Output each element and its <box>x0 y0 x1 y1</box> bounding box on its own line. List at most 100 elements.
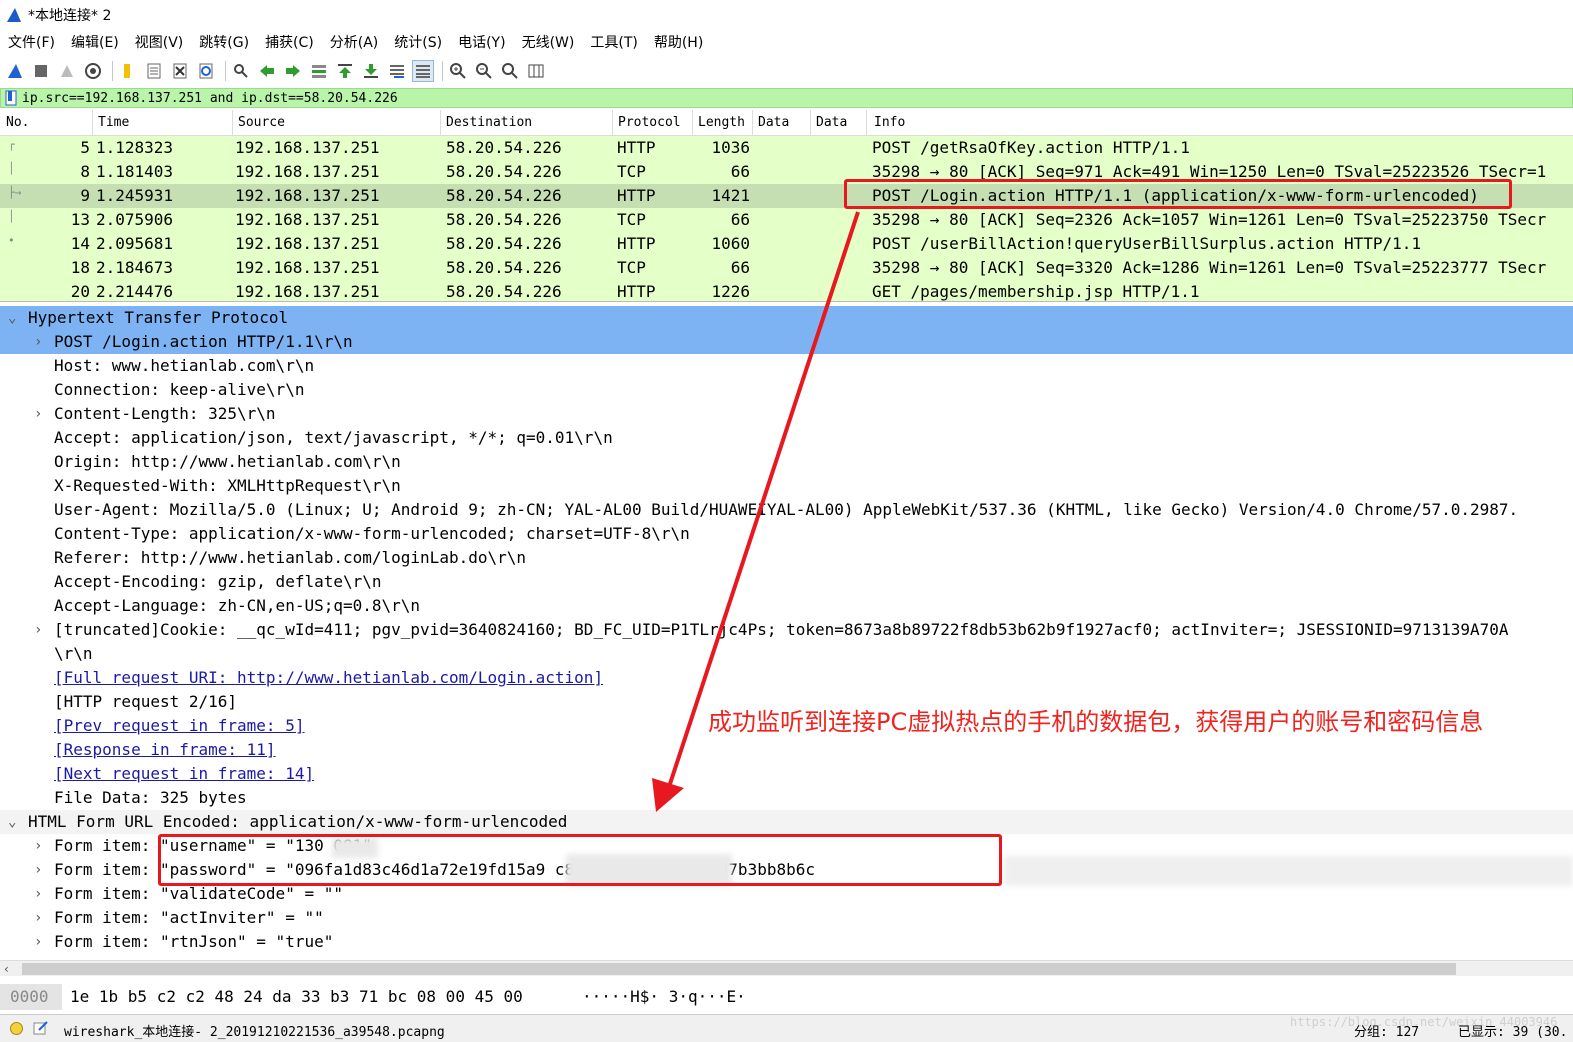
expand-chevron-icon[interactable]: › <box>34 330 42 354</box>
tree-node[interactable]: Origin: http://www.hetianlab.com\r\n <box>0 450 1573 474</box>
zoom-out-icon[interactable] <box>473 60 495 82</box>
column-header-data[interactable]: Data <box>758 115 789 130</box>
restart-icon[interactable] <box>56 60 78 82</box>
detail-line: Content-Type: application/x-www-form-url… <box>54 524 690 543</box>
packet-time: 2.095681 <box>96 234 174 253</box>
tree-node[interactable]: X-Requested-With: XMLHttpRequest\r\n <box>0 474 1573 498</box>
menu-capture[interactable]: 捕获(C) <box>257 30 322 56</box>
open-folder-icon[interactable] <box>117 60 139 82</box>
column-divider[interactable] <box>92 110 93 136</box>
tree-node[interactable]: Content-Type: application/x-www-form-url… <box>0 522 1573 546</box>
column-divider[interactable] <box>692 110 693 136</box>
menu-tools[interactable]: 工具(T) <box>582 30 645 56</box>
expand-chevron-icon[interactable]: › <box>34 618 42 642</box>
menu-view[interactable]: 视图(V) <box>127 30 192 56</box>
tree-node-http[interactable]: ⌄ Hypertext Transfer Protocol <box>0 306 1573 330</box>
tree-node[interactable]: Accept-Encoding: gzip, deflate\r\n <box>0 570 1573 594</box>
column-header-destination[interactable]: Destination <box>446 115 532 130</box>
column-header-time[interactable]: Time <box>98 115 129 130</box>
expand-chevron-icon[interactable]: › <box>34 402 42 426</box>
column-header-info[interactable]: Info <box>874 115 905 130</box>
column-divider[interactable] <box>810 110 811 136</box>
options-gear-icon[interactable] <box>82 60 104 82</box>
horizontal-scrollbar[interactable]: ‹ <box>0 960 1573 976</box>
display-filter-input[interactable] <box>22 89 1522 107</box>
column-divider[interactable] <box>440 110 441 136</box>
tree-node[interactable]: Connection: keep-alive\r\n <box>0 378 1573 402</box>
response-frame-link[interactable]: [Response in frame: 11] <box>54 740 276 759</box>
expand-chevron-icon[interactable]: › <box>34 882 42 906</box>
tree-node[interactable]: Accept-Language: zh-CN,en-US;q=0.8\r\n <box>0 594 1573 618</box>
bytes-ascii[interactable]: ·····H$· 3·q···E· <box>582 984 746 1010</box>
go-to-packet-icon[interactable] <box>308 60 330 82</box>
expert-info-icon[interactable] <box>10 1022 23 1035</box>
menu-help[interactable]: 帮助(H) <box>646 30 711 56</box>
tree-node[interactable]: File Data: 325 bytes <box>0 786 1573 810</box>
menu-go[interactable]: 跳转(G) <box>191 30 257 56</box>
resize-columns-icon[interactable] <box>525 60 547 82</box>
capture-comment-icon[interactable] <box>33 1020 49 1036</box>
tree-node-request-line[interactable]: › POST /Login.action HTTP/1.1\r\n <box>0 330 1573 354</box>
column-divider[interactable] <box>612 110 613 136</box>
tree-node[interactable]: › [truncated]Cookie: __qc_wId=411; pgv_p… <box>0 618 1573 642</box>
column-divider[interactable] <box>752 110 753 136</box>
menu-file[interactable]: 文件(F) <box>0 30 63 56</box>
tree-node[interactable]: Host: www.hetianlab.com\r\n <box>0 354 1573 378</box>
last-packet-icon[interactable] <box>360 60 382 82</box>
find-icon[interactable] <box>230 60 252 82</box>
auto-scroll-icon[interactable] <box>386 60 408 82</box>
collapse-chevron-icon[interactable]: ⌄ <box>8 810 16 834</box>
next-request-link[interactable]: [Next request in frame: 14] <box>54 764 314 783</box>
tree-node[interactable]: [Next request in frame: 14] <box>0 762 1573 786</box>
expand-chevron-icon[interactable]: › <box>34 858 42 882</box>
tree-node[interactable]: Referer: http://www.hetianlab.com/loginL… <box>0 546 1573 570</box>
colorize-icon[interactable] <box>412 60 434 82</box>
bytes-hex[interactable]: 1e 1b b5 c2 c2 48 24 da 33 b3 71 bc 08 0… <box>70 984 523 1010</box>
tree-node[interactable]: [Full request URI: http://www.hetianlab.… <box>0 666 1573 690</box>
menu-edit[interactable]: 编辑(E) <box>63 30 127 56</box>
bookmark-icon[interactable] <box>4 90 18 106</box>
close-file-icon[interactable] <box>169 60 191 82</box>
save-file-icon[interactable] <box>143 60 165 82</box>
packet-row[interactable]: ┌ 5 1.128323 192.168.137.251 58.20.54.22… <box>0 136 1573 160</box>
collapse-chevron-icon[interactable]: ⌄ <box>8 306 16 330</box>
tree-node[interactable]: Accept: application/json, text/javascrip… <box>0 426 1573 450</box>
scroll-left-icon[interactable]: ‹ <box>4 961 9 977</box>
packet-row[interactable]: │ 13 2.075906 192.168.137.251 58.20.54.2… <box>0 208 1573 232</box>
expand-chevron-icon[interactable]: › <box>34 906 42 930</box>
packet-row[interactable]: 18 2.184673 192.168.137.251 58.20.54.226… <box>0 256 1573 280</box>
full-request-uri-link[interactable]: [Full request URI: http://www.hetianlab.… <box>54 668 603 687</box>
menu-wireless[interactable]: 无线(W) <box>514 30 583 56</box>
back-arrow-icon[interactable] <box>256 60 278 82</box>
first-packet-icon[interactable] <box>334 60 356 82</box>
normal-size-icon[interactable] <box>499 60 521 82</box>
tree-node[interactable]: \r\n <box>0 642 1573 666</box>
tree-node[interactable]: User-Agent: Mozilla/5.0 (Linux; U; Andro… <box>0 498 1573 522</box>
menu-statistics[interactable]: 统计(S) <box>386 30 450 56</box>
shark-fin-start-icon[interactable] <box>4 60 26 82</box>
column-divider[interactable] <box>232 110 233 136</box>
stop-icon[interactable] <box>30 60 52 82</box>
prev-request-link[interactable]: [Prev request in frame: 5] <box>54 716 304 735</box>
forward-arrow-icon[interactable] <box>282 60 304 82</box>
tree-node-form[interactable]: ⌄ HTML Form URL Encoded: application/x-w… <box>0 810 1573 834</box>
scrollbar-thumb[interactable] <box>22 963 1456 975</box>
form-item-actinviter[interactable]: › Form item: "actInviter" = "" <box>0 906 1573 930</box>
menu-telephony[interactable]: 电话(Y) <box>450 30 513 56</box>
column-header-protocol[interactable]: Protocol <box>618 115 681 130</box>
reload-icon[interactable] <box>195 60 217 82</box>
packet-row[interactable]: 20 2.214476 192.168.137.251 58.20.54.226… <box>0 280 1573 301</box>
expand-chevron-icon[interactable]: › <box>34 834 42 858</box>
tree-node[interactable]: › Content-Length: 325\r\n <box>0 402 1573 426</box>
column-header-no[interactable]: No. <box>6 115 29 130</box>
column-header-source[interactable]: Source <box>238 115 285 130</box>
zoom-in-icon[interactable] <box>447 60 469 82</box>
menu-analyze[interactable]: 分析(A) <box>322 30 387 56</box>
column-header-data-2[interactable]: Data <box>816 115 847 130</box>
form-item-rtnjson[interactable]: › Form item: "rtnJson" = "true" <box>0 930 1573 954</box>
column-header-length[interactable]: Length <box>698 115 745 130</box>
tree-node[interactable]: [Response in frame: 11] <box>0 738 1573 762</box>
column-divider[interactable] <box>866 110 867 136</box>
packet-row[interactable]: • 14 2.095681 192.168.137.251 58.20.54.2… <box>0 232 1573 256</box>
expand-chevron-icon[interactable]: › <box>34 930 42 954</box>
